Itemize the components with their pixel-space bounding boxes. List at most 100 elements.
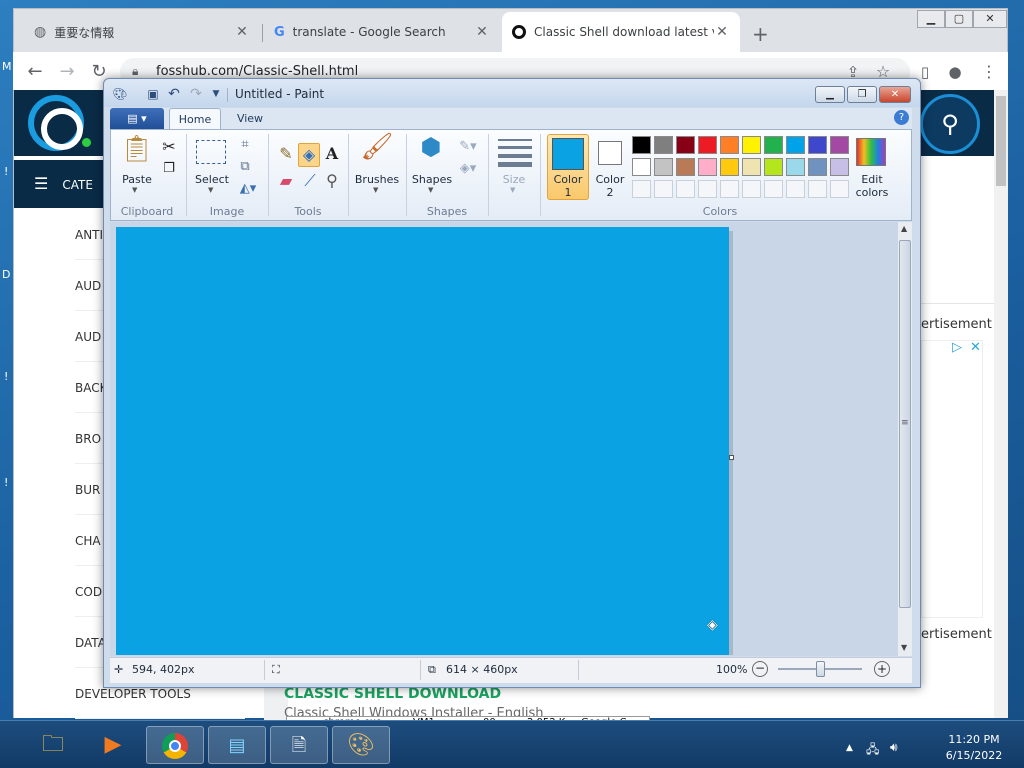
palette-swatch[interactable] bbox=[830, 136, 849, 154]
close-icon[interactable]: ✕ bbox=[474, 24, 490, 40]
brush-icon[interactable]: 🖌︎ bbox=[360, 134, 394, 170]
shapes-icon[interactable]: ⬢ bbox=[414, 135, 448, 170]
palette-swatch[interactable] bbox=[786, 136, 805, 154]
zoom-out-icon[interactable]: − bbox=[752, 661, 768, 677]
network-icon[interactable]: 🖧︎ bbox=[866, 740, 879, 761]
paint-close-button[interactable]: ✕ bbox=[879, 86, 911, 103]
paint-restore-button[interactable]: ❐ bbox=[847, 86, 877, 103]
palette-swatch[interactable] bbox=[764, 158, 783, 176]
custom-color-slot[interactable] bbox=[764, 180, 783, 198]
chevron-down-icon[interactable]: ▼ bbox=[510, 186, 515, 194]
lock-icon[interactable]: 🔒︎ bbox=[132, 64, 138, 79]
custom-color-slot[interactable] bbox=[808, 180, 827, 198]
rotate-icon[interactable]: ◭▾ bbox=[236, 178, 260, 200]
select-button[interactable]: Select bbox=[192, 173, 232, 186]
tab-home[interactable]: Home bbox=[169, 108, 221, 130]
custom-color-slot[interactable] bbox=[786, 180, 805, 198]
minimize-button[interactable]: ▁ bbox=[917, 10, 945, 28]
page-scrollbar-thumb[interactable] bbox=[996, 96, 1006, 186]
chevron-down-icon[interactable]: ▼ bbox=[132, 186, 137, 194]
drawing-canvas[interactable] bbox=[116, 227, 729, 655]
save-icon[interactable]: ▣ bbox=[145, 86, 161, 102]
color2-label[interactable]: Color bbox=[590, 173, 630, 186]
palette-swatch[interactable] bbox=[808, 158, 827, 176]
tab-important-info[interactable]: ◍ 重要な情報 ✕ bbox=[24, 12, 260, 52]
undo-icon[interactable]: ↶ bbox=[166, 86, 182, 102]
custom-color-slot[interactable] bbox=[654, 180, 673, 198]
system-clock[interactable]: 11:20 PM 6/15/2022 bbox=[936, 732, 1012, 764]
palette-swatch[interactable] bbox=[742, 158, 761, 176]
shape-fill-icon[interactable]: ◈▾ bbox=[456, 158, 480, 180]
fosshub-logo-icon[interactable] bbox=[28, 95, 84, 151]
customize-qat-icon[interactable]: ▼ bbox=[208, 86, 224, 102]
paint-menu-button[interactable]: ▤ ▾ bbox=[110, 108, 164, 130]
crop-icon[interactable]: ⌗ bbox=[236, 134, 254, 156]
select-icon[interactable] bbox=[196, 140, 226, 164]
palette-swatch[interactable] bbox=[632, 158, 651, 176]
custom-color-slot[interactable] bbox=[698, 180, 717, 198]
edit-colors-label[interactable]: Edit bbox=[850, 173, 894, 186]
profile-icon[interactable]: ● bbox=[944, 61, 966, 83]
paste-icon[interactable]: 📋︎ bbox=[120, 136, 153, 172]
redo-icon[interactable]: ↷ bbox=[188, 86, 204, 102]
brushes-button[interactable]: Brushes bbox=[354, 173, 400, 186]
palette-swatch[interactable] bbox=[698, 136, 717, 154]
edit-colors-icon[interactable] bbox=[856, 138, 886, 166]
tab-translate[interactable]: G translate - Google Search ✕ bbox=[264, 12, 500, 52]
cut-icon[interactable]: ✂ bbox=[160, 136, 178, 158]
tab-view[interactable]: View bbox=[228, 108, 272, 130]
palette-swatch[interactable] bbox=[764, 136, 783, 154]
size-icon[interactable] bbox=[498, 139, 532, 167]
close-icon[interactable]: ✕ bbox=[234, 24, 250, 40]
chevron-down-icon[interactable]: ▼ bbox=[428, 186, 433, 194]
resize-icon[interactable]: ⧉ bbox=[236, 156, 254, 178]
new-tab-button[interactable]: + bbox=[752, 22, 769, 46]
custom-color-slot[interactable] bbox=[676, 180, 695, 198]
resize-handle-right[interactable] bbox=[729, 455, 734, 460]
media-player-taskbar-icon[interactable]: ▶ bbox=[84, 726, 142, 764]
palette-swatch[interactable] bbox=[742, 136, 761, 154]
custom-color-slot[interactable] bbox=[632, 180, 651, 198]
palette-swatch[interactable] bbox=[654, 136, 673, 154]
color2-swatch[interactable] bbox=[598, 141, 622, 165]
palette-swatch[interactable] bbox=[676, 158, 695, 176]
tab-classic-shell[interactable]: Classic Shell download latest vers ✕ bbox=[502, 12, 740, 52]
copy-icon[interactable]: ❐ bbox=[160, 158, 178, 180]
volume-icon[interactable]: 🔊︎ bbox=[890, 740, 898, 755]
chevron-down-icon[interactable]: ▼ bbox=[373, 186, 378, 194]
tray-expand-icon[interactable]: ▲ bbox=[846, 743, 853, 753]
paint-minimize-button[interactable]: ▁ bbox=[815, 86, 845, 103]
color-picker-icon[interactable]: ⟋ bbox=[300, 170, 320, 192]
custom-color-slot[interactable] bbox=[830, 180, 849, 198]
text-icon[interactable]: A bbox=[322, 143, 342, 165]
palette-swatch[interactable] bbox=[720, 158, 739, 176]
task-manager-taskbar-icon[interactable]: ▤ bbox=[208, 726, 266, 764]
eraser-icon[interactable]: ▰ bbox=[276, 170, 296, 192]
palette-swatch[interactable] bbox=[654, 158, 673, 176]
magnifier-icon[interactable]: ⚲ bbox=[322, 170, 342, 192]
palette-swatch[interactable] bbox=[698, 158, 717, 176]
palette-swatch[interactable] bbox=[830, 158, 849, 176]
fill-icon[interactable]: ◈ bbox=[298, 143, 320, 167]
wordpad-taskbar-icon[interactable]: 🗎︎ bbox=[270, 726, 328, 764]
size-button[interactable]: Size bbox=[494, 173, 534, 186]
palette-swatch[interactable] bbox=[720, 136, 739, 154]
custom-color-slot[interactable] bbox=[720, 180, 739, 198]
help-icon[interactable]: ? bbox=[894, 110, 909, 125]
palette-swatch[interactable] bbox=[808, 136, 827, 154]
back-icon[interactable]: ← bbox=[24, 61, 46, 83]
palette-swatch[interactable] bbox=[676, 136, 695, 154]
zoom-in-icon[interactable]: + bbox=[874, 661, 890, 677]
shapes-button[interactable]: Shapes bbox=[410, 173, 454, 186]
scroll-up-icon[interactable]: ▲ bbox=[901, 224, 907, 233]
custom-color-slot[interactable] bbox=[742, 180, 761, 198]
palette-swatch[interactable] bbox=[632, 136, 651, 154]
forward-icon[interactable]: → bbox=[56, 61, 78, 83]
zoom-slider-thumb[interactable] bbox=[816, 661, 825, 677]
outline-icon[interactable]: ✎▾ bbox=[456, 136, 480, 158]
close-button[interactable]: ✕ bbox=[973, 10, 1007, 28]
scroll-down-icon[interactable]: ▼ bbox=[901, 643, 907, 652]
paint-taskbar-icon[interactable]: 🎨︎ bbox=[332, 726, 390, 764]
maximize-button[interactable]: ▢ bbox=[945, 10, 973, 28]
site-search-icon[interactable]: ⚲ bbox=[920, 94, 980, 154]
